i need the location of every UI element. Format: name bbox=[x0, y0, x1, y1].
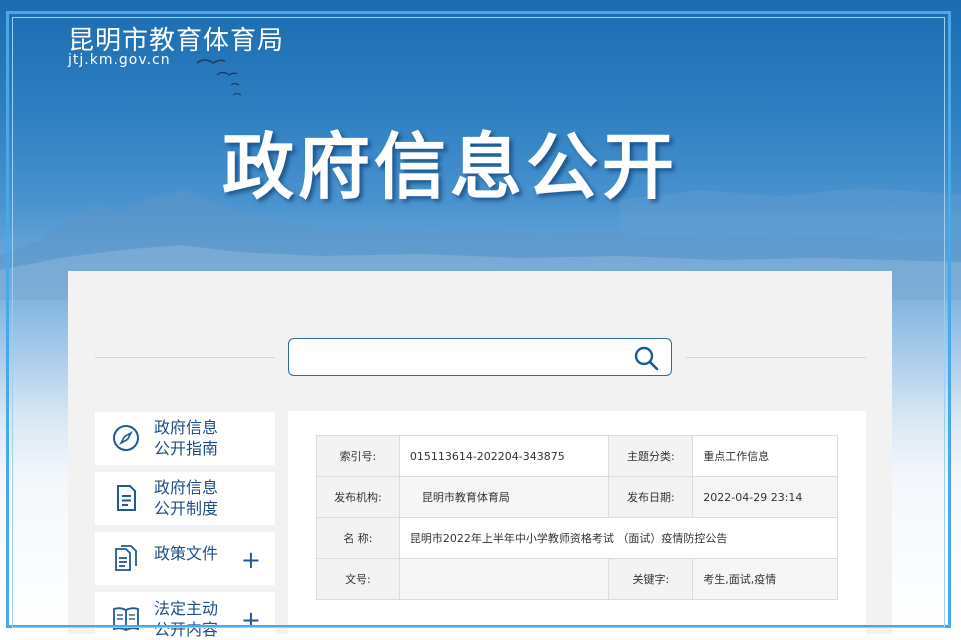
keywords-value: 考生,面试,疫情 bbox=[692, 558, 838, 600]
docno-value bbox=[398, 558, 610, 600]
table-row: 名 称: 昆明市2022年上半年中小学教师资格考试 （面试）疫情防控公告 bbox=[316, 517, 839, 559]
table-row: 发布机构: 昆明市教育体育局 发布日期: 2022-04-29 23:14 bbox=[316, 476, 838, 518]
table-row: 文号: 关键字: 考生,面试,疫情 bbox=[316, 558, 838, 600]
index-value: 015113614-202204-343875 bbox=[398, 435, 610, 477]
birds-decoration-icon bbox=[196, 59, 242, 96]
search-icon[interactable] bbox=[633, 345, 659, 371]
table-row: 索引号: 015113614-202204-343875 主题分类: 重点工作信… bbox=[316, 435, 838, 477]
docno-label: 文号: bbox=[316, 558, 400, 600]
main-panel: 政府信息 公开指南 政府信息 公开制度 政策文件 + 法定主动 公开内容 + 索… bbox=[68, 271, 892, 639]
document-meta-table: 索引号: 015113614-202204-343875 主题分类: 重点工作信… bbox=[316, 435, 839, 600]
sidebar-item-system[interactable]: 政府信息 公开制度 bbox=[95, 472, 275, 525]
sidebar-item-label: 政府信息 公开指南 bbox=[154, 418, 219, 458]
files-icon bbox=[115, 545, 137, 571]
book-icon bbox=[113, 607, 139, 632]
expand-plus-icon[interactable]: + bbox=[241, 548, 261, 572]
search-input[interactable] bbox=[297, 345, 621, 371]
publisher-label: 发布机构: bbox=[316, 476, 400, 518]
sidebar-item-statutory-content[interactable]: 法定主动 公开内容 + bbox=[95, 592, 275, 639]
name-label: 名 称: bbox=[316, 517, 400, 559]
search-bar[interactable] bbox=[288, 338, 672, 376]
sidebar-item-label: 政府信息 公开制度 bbox=[154, 478, 219, 518]
compass-icon bbox=[113, 425, 139, 451]
index-label: 索引号: bbox=[316, 435, 400, 477]
category-label: 主题分类: bbox=[608, 435, 694, 477]
keywords-label: 关键字: bbox=[608, 558, 694, 600]
sidebar-item-label: 政策文件 bbox=[154, 544, 219, 563]
site-url[interactable]: jtj.km.gov.cn bbox=[68, 52, 171, 68]
sidebar-item-guide[interactable]: 政府信息 公开指南 bbox=[95, 412, 275, 465]
document-info-card: 索引号: 015113614-202204-343875 主题分类: 重点工作信… bbox=[288, 411, 866, 634]
date-value: 2022-04-29 23:14 bbox=[692, 476, 838, 518]
sidebar-item-policy-files[interactable]: 政策文件 + bbox=[95, 532, 275, 585]
document-icon bbox=[117, 485, 136, 511]
banner-title: 政府信息公开 bbox=[222, 125, 679, 209]
date-label: 发布日期: bbox=[608, 476, 694, 518]
search-divider-right bbox=[686, 357, 866, 358]
expand-plus-icon[interactable]: + bbox=[241, 608, 261, 632]
category-value: 重点工作信息 bbox=[692, 435, 838, 477]
name-value: 昆明市2022年上半年中小学教师资格考试 （面试）疫情防控公告 bbox=[398, 517, 839, 559]
search-divider-left bbox=[95, 357, 275, 358]
publisher-value: 昆明市教育体育局 bbox=[398, 476, 610, 518]
